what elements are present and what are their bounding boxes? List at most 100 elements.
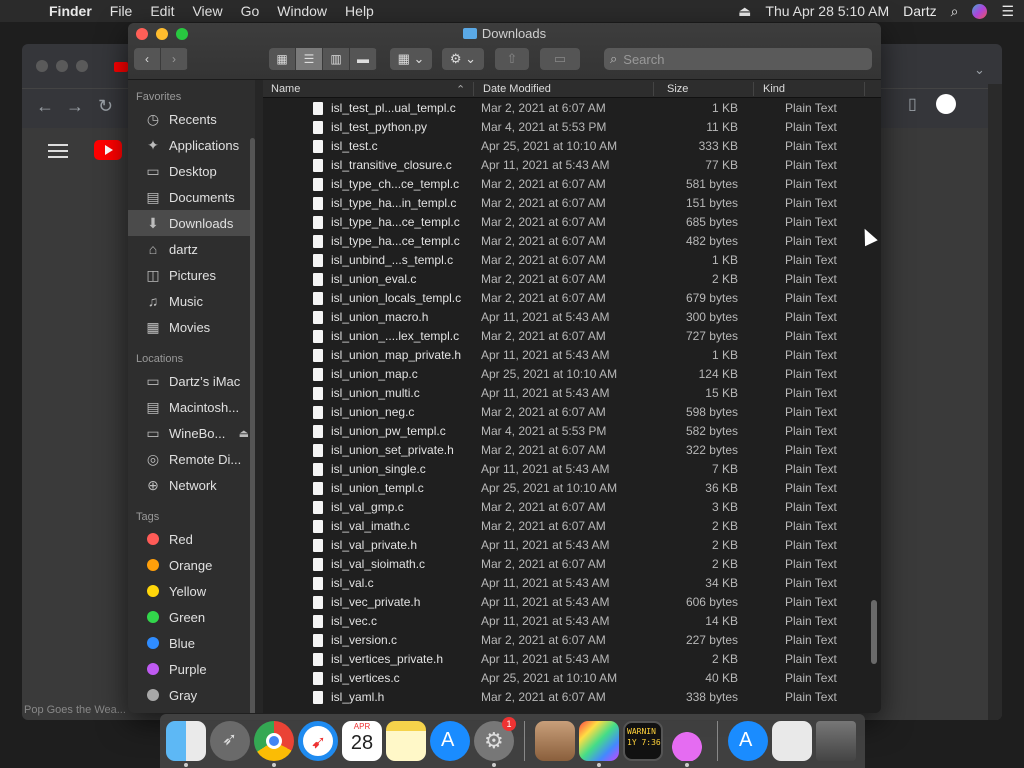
siri-icon[interactable] <box>972 3 988 19</box>
sidebar-tag-2[interactable]: Yellow <box>128 578 255 604</box>
sidebar-item-favorite-5[interactable]: ⌂ dartz <box>128 236 255 262</box>
menu-file[interactable]: File <box>101 3 142 19</box>
column-header-date[interactable]: Date Modified <box>483 83 551 95</box>
browser-zoom-icon[interactable] <box>76 60 88 72</box>
file-row[interactable]: isl_union_pw_templ.c Mar 4, 2021 at 5:53 … <box>263 422 881 441</box>
file-row[interactable]: isl_type_ha...ce_templ.c Mar 2, 2021 at 6… <box>263 213 881 232</box>
spotlight-icon[interactable]: ⌕ <box>951 3 959 20</box>
icon-view-icon[interactable]: ▦ <box>269 48 296 70</box>
menu-go[interactable]: Go <box>232 3 269 19</box>
sidebar-item-location-1[interactable]: ▤ Macintosh... <box>128 394 255 420</box>
menu-clock[interactable]: Thu Apr 28 5:10 AM <box>765 3 889 19</box>
sidebar-item-location-4[interactable]: ⊕ Network <box>128 472 255 498</box>
file-row[interactable]: isl_union_map_private.h Apr 11, 2021 at 5… <box>263 346 881 365</box>
color-sync-dock-icon[interactable] <box>579 721 619 767</box>
file-row[interactable]: isl_type_ch...ce_templ.c Mar 2, 2021 at 6… <box>263 175 881 194</box>
column-view-icon[interactable]: ▥ <box>323 48 350 70</box>
eject-status-icon[interactable]: ⏏ <box>738 3 751 20</box>
file-row[interactable]: isl_vec_private.h Apr 11, 2021 at 5:43 AM… <box>263 593 881 612</box>
sidebar-item-location-0[interactable]: ▭ Dartz’s iMac <box>128 368 255 394</box>
menu-view[interactable]: View <box>183 3 231 19</box>
file-row[interactable]: isl_vec.c Apr 11, 2021 at 5:43 AM 14 KB Pla… <box>263 612 881 631</box>
sidebar-tag-6[interactable]: Gray <box>128 682 255 708</box>
file-row[interactable]: isl_union_eval.c Mar 2, 2021 at 6:07 AM 2 … <box>263 270 881 289</box>
column-header-name[interactable]: Name <box>271 83 300 95</box>
wine-flask-dock-icon[interactable] <box>667 721 707 767</box>
sidebar-item-location-3[interactable]: ◎ Remote Di... <box>128 446 255 472</box>
file-row[interactable]: isl_yaml.h Mar 2, 2021 at 6:07 AM 338 byte… <box>263 688 881 707</box>
menu-app-name[interactable]: Finder <box>40 3 101 19</box>
sidebar-toggle-icon[interactable]: ▯ <box>908 94 917 114</box>
safari-dock-icon[interactable]: ➹ <box>298 721 338 761</box>
app-store-folder-dock-icon[interactable]: A <box>728 721 768 761</box>
calendar-dock-icon[interactable]: APR 28 <box>342 721 382 761</box>
control-center-icon[interactable]: ☰ <box>1001 3 1014 20</box>
notes-dock-icon[interactable] <box>386 721 426 761</box>
youtube-logo-icon[interactable] <box>94 140 122 160</box>
file-row[interactable]: isl_union_multi.c Apr 11, 2021 at 5:43 AM… <box>263 384 881 403</box>
file-row[interactable]: isl_unbind_...s_templ.c Mar 2, 2021 at 6:… <box>263 251 881 270</box>
trash-dock-icon[interactable] <box>816 721 856 761</box>
sidebar-item-favorite-8[interactable]: ▦ Movies <box>128 314 255 340</box>
hamburger-menu-icon[interactable] <box>48 144 68 158</box>
file-row[interactable]: isl_val_private.h Apr 11, 2021 at 5:43 AM… <box>263 536 881 555</box>
sidebar-tag-4[interactable]: Blue <box>128 630 255 656</box>
sidebar-item-favorite-4[interactable]: ⬇ Downloads <box>128 210 255 236</box>
file-row[interactable]: isl_version.c Mar 2, 2021 at 6:07 AM 227 b… <box>263 631 881 650</box>
action-button[interactable]: ⚙ ⌄ <box>442 48 484 70</box>
file-row[interactable]: isl_val.c Apr 11, 2021 at 5:43 AM 34 KB Pla… <box>263 574 881 593</box>
column-header-size[interactable]: Size <box>667 83 688 95</box>
group-by-button[interactable]: ▦ ⌄ <box>390 48 432 70</box>
back-button[interactable]: ‹ <box>134 48 161 70</box>
file-row[interactable]: isl_val_sioimath.c Mar 2, 2021 at 6:07 AM… <box>263 555 881 574</box>
file-row[interactable]: isl_val_gmp.c Mar 2, 2021 at 6:07 AM 3 KB P… <box>263 498 881 517</box>
sidebar-tag-0[interactable]: Red <box>128 526 255 552</box>
file-row[interactable]: isl_vertices.c Apr 25, 2021 at 10:10 AM 40… <box>263 669 881 688</box>
file-row[interactable]: isl_type_ha...in_templ.c Mar 2, 2021 at 6… <box>263 194 881 213</box>
tag-button[interactable]: ▭ <box>540 48 580 70</box>
file-row[interactable]: isl_union_locals_templ.c Mar 2, 2021 at 6… <box>263 289 881 308</box>
file-row[interactable]: isl_union_single.c Apr 11, 2021 at 5:43 A… <box>263 460 881 479</box>
finder-dock-icon[interactable] <box>166 721 206 767</box>
file-row[interactable]: isl_type_ha...ce_templ.c Mar 2, 2021 at 6… <box>263 232 881 251</box>
sidebar-scrollbar[interactable] <box>250 138 255 713</box>
sidebar-item-favorite-0[interactable]: ◷ Recents <box>128 106 255 132</box>
file-row[interactable]: isl_test.c Apr 25, 2021 at 10:10 AM 333 KB… <box>263 137 881 156</box>
archive-utility-dock-icon[interactable] <box>535 721 575 761</box>
sidebar-item-location-2[interactable]: ▭ WineBo... ⏏ <box>128 420 255 446</box>
youtube-tab-icon[interactable] <box>114 62 128 72</box>
menu-edit[interactable]: Edit <box>141 3 183 19</box>
menu-user[interactable]: Dartz <box>903 3 936 19</box>
reload-icon[interactable]: ↻ <box>98 96 113 117</box>
sidebar-item-favorite-7[interactable]: ♫ Music <box>128 288 255 314</box>
file-row[interactable]: isl_union_....lex_templ.c Mar 2, 2021 at … <box>263 327 881 346</box>
sidebar-tag-3[interactable]: Green <box>128 604 255 630</box>
eject-icon[interactable]: ⏏ <box>239 427 249 440</box>
menu-window[interactable]: Window <box>268 3 336 19</box>
console-dock-icon[interactable]: WARNIN 1Y 7:36 <box>623 721 663 761</box>
file-row[interactable]: isl_transitive_closure.c Apr 11, 2021 at … <box>263 156 881 175</box>
forward-button[interactable]: › <box>161 48 188 70</box>
browser-minimize-icon[interactable] <box>56 60 68 72</box>
sidebar-tag-5[interactable]: Purple <box>128 656 255 682</box>
system-preferences-dock-icon[interactable]: ⚙ 1 <box>474 717 516 767</box>
gallery-view-icon[interactable]: ▬ <box>350 48 377 70</box>
file-row[interactable]: isl_union_macro.h Apr 11, 2021 at 5:43 AM… <box>263 308 881 327</box>
sidebar-tag-1[interactable]: Orange <box>128 552 255 578</box>
search-field[interactable]: ⌕ Search <box>604 48 872 70</box>
launchpad-dock-icon[interactable]: ➶ <box>210 721 250 761</box>
file-row[interactable]: isl_union_map.c Apr 25, 2021 at 10:10 AM 1… <box>263 365 881 384</box>
share-button[interactable]: ⇧ <box>495 48 529 70</box>
file-row[interactable]: isl_test_python.py Mar 4, 2021 at 5:53 PM… <box>263 118 881 137</box>
menu-help[interactable]: Help <box>336 3 383 19</box>
forward-arrow-icon[interactable]: → <box>66 96 84 117</box>
column-header-kind[interactable]: Kind <box>763 83 785 95</box>
file-row[interactable]: isl_union_templ.c Apr 25, 2021 at 10:10 A… <box>263 479 881 498</box>
file-row[interactable]: isl_val_imath.c Mar 2, 2021 at 6:07 AM 2 K… <box>263 517 881 536</box>
browser-scrollbar[interactable] <box>988 84 1002 720</box>
file-row[interactable]: isl_union_neg.c Mar 2, 2021 at 6:07 AM 598… <box>263 403 881 422</box>
profile-avatar-icon[interactable] <box>936 94 956 114</box>
app-store-dock-icon[interactable]: A <box>430 721 470 761</box>
back-arrow-icon[interactable]: ← <box>36 96 54 117</box>
browser-close-icon[interactable] <box>36 60 48 72</box>
